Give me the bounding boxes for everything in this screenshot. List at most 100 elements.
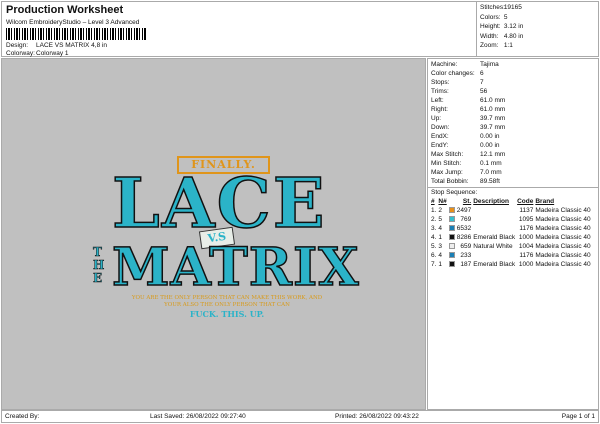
color-swatch (448, 224, 457, 233)
machine-row: EndX: 0.00 in (431, 132, 595, 141)
row-index: 5. (431, 243, 437, 250)
machine-row: EndY: 0.00 in (431, 141, 595, 150)
machine-value: Tajima (480, 61, 499, 68)
col-index: # (431, 198, 435, 205)
machine-info-panel: Machine: Tajima Color changes: 6 Stops: 7 Trim… (427, 58, 599, 410)
stats-box: Stitches: 19165 Colors: 5 Height: 3.12 in W… (476, 2, 600, 56)
row-code: 1000 (518, 261, 534, 268)
table-row: 4. 1 8286 Emerald Black 1000 Madeira Classic … (431, 233, 593, 242)
row-index: 1. (431, 207, 437, 214)
design-preview: FINALLY. LACE V.S THE MATRIX YOU ARE THE… (1, 58, 426, 410)
col-description: Description (473, 198, 509, 205)
row-index: 7. (431, 261, 437, 268)
row-brand: Madeira Classic 40 (535, 225, 591, 232)
row-index: 3. (431, 225, 437, 232)
colorway-value: Colorway 1 (36, 50, 69, 57)
table-row: 1. 2 2497 1137 Madeira Classic 40 (431, 206, 593, 215)
machine-label: Up: (431, 115, 442, 122)
machine-value: 61.0 mm (480, 106, 506, 113)
row-stitches: 769 (460, 216, 472, 223)
row-stitches: 187 (460, 261, 472, 268)
barcode (6, 28, 146, 40)
row-description: Natural White (473, 243, 513, 250)
machine-value: 39.7 mm (480, 124, 506, 131)
row-description (473, 215, 517, 224)
machine-value: 0.00 in (480, 133, 500, 140)
stat-row: Colors: 5 (480, 13, 597, 23)
row-needle: 4 (438, 225, 443, 232)
row-brand: Madeira Classic 40 (535, 216, 591, 223)
row-code: 1137 (519, 207, 534, 214)
created-by: Created By: (5, 413, 40, 420)
machine-value: 56 (480, 88, 488, 95)
stat-label: Zoom: (480, 42, 499, 49)
row-brand: Madeira Classic 40 (535, 261, 591, 268)
stat-label: Height: (480, 23, 501, 30)
design-label: Design: (6, 42, 29, 49)
table-row: 7. 1 187 Emerald Black 1000 Madeira Classic 4… (431, 260, 593, 269)
matrix-text: MATRIX (111, 236, 360, 299)
machine-row: Down: 39.7 mm (431, 123, 595, 132)
software-name: Wilcom EmbroideryStudio – Level 3 Advanc… (6, 19, 140, 26)
col-stitches: St. (462, 198, 472, 205)
machine-value: 7 (480, 79, 484, 86)
stat-value: 5 (503, 13, 508, 21)
row-stitches: 8286 (456, 234, 472, 241)
machine-row: Trims: 56 (431, 87, 595, 96)
color-swatch (448, 215, 457, 224)
color-swatch (448, 260, 457, 269)
machine-label: Max Jump: (431, 169, 463, 176)
stop-sequence-label: Stop Sequence: (431, 189, 478, 196)
machine-value: 6 (480, 70, 484, 77)
row-description (473, 251, 517, 260)
col-needle: N# (438, 198, 447, 205)
row-description: Emerald Black (473, 234, 516, 241)
tagline: YOU ARE THE ONLY PERSON THAT CAN MAKE TH… (112, 295, 342, 308)
machine-row: Color changes: 6 (431, 69, 595, 78)
row-needle: 3 (438, 243, 443, 250)
machine-value: 12.1 mm (480, 151, 506, 158)
row-needle: 1 (438, 261, 443, 268)
stat-label: Stitches: (480, 4, 505, 11)
row-needle: 2 (438, 207, 443, 214)
machine-label: Trims: (431, 88, 449, 95)
machine-label: Min Stitch: (431, 160, 462, 167)
tagline-line-1: YOU ARE THE ONLY PERSON THAT CAN MAKE TH… (131, 295, 323, 301)
colorway-label: Colorway: (6, 50, 35, 57)
row-needle: 1 (438, 234, 443, 241)
stat-row: Width: 4.80 in (480, 32, 597, 42)
table-row: 2. 5 769 1095 Madeira Classic 40 (431, 215, 593, 224)
row-index: 4. (431, 234, 437, 241)
machine-value: 0.00 in (480, 142, 500, 149)
footer: Created By: Last Saved: 26/08/2022 09:27… (1, 410, 599, 423)
machine-row: Stops: 7 (431, 78, 595, 87)
col-swatch (449, 197, 457, 206)
col-brand: Brand (535, 198, 555, 205)
row-stitches: 6532 (456, 225, 472, 232)
machine-label: Stops: (431, 79, 450, 86)
machine-label: Total Bobbin: (431, 178, 469, 185)
embroidery-artwork: FINALLY. LACE V.S THE MATRIX YOU ARE THE… (2, 59, 425, 409)
row-needle: 4 (438, 252, 443, 259)
stat-row: Zoom: 1:1 (480, 41, 597, 51)
last-saved: Last Saved: 26/08/2022 09:27:40 (150, 413, 246, 420)
machine-label: EndY: (431, 142, 449, 149)
page-title: Production Worksheet (6, 4, 124, 16)
row-code: 1176 (519, 252, 534, 259)
machine-label: Right: (431, 106, 448, 113)
machine-row: Right: 61.0 mm (431, 105, 595, 114)
printed-date: Printed: 26/08/2022 09:43:22 (335, 413, 419, 420)
row-description (473, 206, 517, 215)
tagline-line-2: YOUR ALSO THE ONLY PERSON THAT CAN (164, 301, 290, 308)
machine-label: EndX: (431, 133, 449, 140)
row-code: 1000 (518, 234, 534, 241)
stat-value: 4.80 in (503, 32, 524, 40)
table-row: 3. 4 6532 1176 Madeira Classic 40 (431, 224, 593, 233)
machine-value: 61.0 mm (480, 97, 506, 104)
machine-row: Max Jump: 7.0 mm (431, 168, 595, 177)
row-brand: Madeira Classic 40 (535, 243, 591, 250)
machine-value: 7.0 mm (480, 169, 502, 176)
stat-label: Width: (480, 32, 499, 40)
page-number: Page 1 of 1 (561, 413, 595, 420)
color-swatch (448, 233, 457, 242)
